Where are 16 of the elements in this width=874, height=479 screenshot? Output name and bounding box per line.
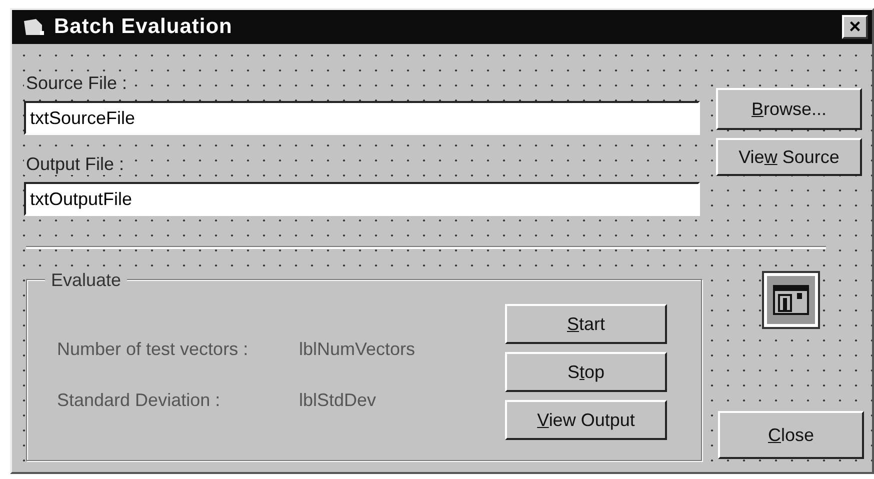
action-button[interactable]: Stop [505,352,667,392]
action-button[interactable]: Start [505,304,667,344]
output-file-field[interactable]: txtOutputFile [24,182,700,216]
row-label: Number of test vectors : [57,338,250,361]
action-button[interactable]: Browse... [716,88,862,130]
form-icon [22,17,46,37]
action-button[interactable]: View Output [505,400,667,440]
row-value: lblStdDev [299,389,376,412]
window-title: Batch Evaluation [54,14,232,40]
action-button[interactable]: View Source [716,138,862,176]
row-value: lblNumVectors [299,338,416,361]
row-label: Standard Deviation : [57,389,222,412]
close-button[interactable]: × [842,15,868,39]
close-button[interactable]: Close [718,411,864,459]
source-file-field[interactable]: txtSourceFile [24,101,700,135]
control-icon[interactable] [764,273,818,327]
